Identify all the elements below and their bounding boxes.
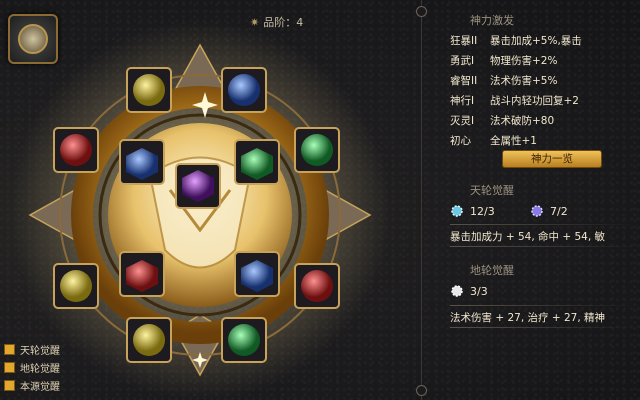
legend-item-origin[interactable]: 本源觉醒 [4, 376, 60, 394]
separator [450, 327, 635, 328]
legend-marker [4, 379, 15, 391]
earth-bonus-text: 法术伤害 + 27, 治疗 + 27, 精神 [450, 312, 606, 324]
shield-green-gem-icon-2 [228, 324, 260, 356]
sky-bonus-text: 暴击加成力 + 54, 命中 + 54, 敏 [450, 231, 606, 243]
separator [450, 305, 635, 306]
sky-gear-icon [451, 205, 463, 217]
power-overview-button[interactable]: 神力一览 [502, 150, 602, 168]
legend-label: 天轮觉醒 [20, 345, 60, 357]
panel-divider [421, 0, 422, 400]
gem-slots [53, 67, 340, 363]
moon-gem-icon-2 [60, 270, 92, 302]
moon-gem-icon-3 [133, 324, 165, 356]
star-red-gem-icon [60, 134, 92, 166]
section-title-sky: 天轮觉醒 [470, 184, 514, 197]
legend-label: 本源觉醒 [20, 381, 60, 393]
star-red-gem-icon-2 [301, 270, 333, 302]
earth-stat-1: 3/3 [450, 284, 488, 298]
divine-power-panel: 神力激发 狂暴II 暴击加成+5%,暴击 勇武I 物理伤害+2% 睿智II 法术伤害+… [430, 0, 635, 400]
legend: 天轮觉醒 地轮觉醒 本源觉醒 [4, 340, 60, 394]
sky-stat-1: 12/3 [450, 204, 495, 218]
sky-stat-2: 7/2 [530, 204, 568, 218]
moon-gem-icon [133, 74, 165, 106]
power-row: 神行I 战斗内轻功回复+2 [450, 94, 579, 107]
power-row: 狂暴II 暴击加成+5%,暴击 [450, 34, 582, 47]
divider-ornament [416, 6, 427, 17]
legend-item-sky[interactable]: 天轮觉醒 [4, 340, 60, 358]
power-row: 勇武I 物理伤害+2% [450, 54, 558, 67]
shield-green-gem-icon [301, 134, 333, 166]
legend-marker [4, 361, 15, 373]
power-row: 初心 全属性+1 [450, 134, 537, 147]
power-row: 灭灵I 法术破防+80 [450, 114, 555, 127]
legend-item-earth[interactable]: 地轮觉醒 [4, 358, 60, 376]
earth-gear-icon [451, 285, 463, 297]
moon-blue-gem-icon [228, 74, 260, 106]
legend-marker [4, 343, 15, 355]
legend-label: 地轮觉醒 [20, 363, 60, 375]
section-title-earth: 地轮觉醒 [470, 264, 514, 277]
separator [450, 224, 635, 225]
sky-gear-purple-icon [531, 205, 543, 217]
separator [450, 246, 635, 247]
power-row: 睿智II 法术伤害+5% [450, 74, 558, 87]
section-title-activation: 神力激发 [470, 14, 514, 27]
divider-ornament [416, 385, 427, 396]
